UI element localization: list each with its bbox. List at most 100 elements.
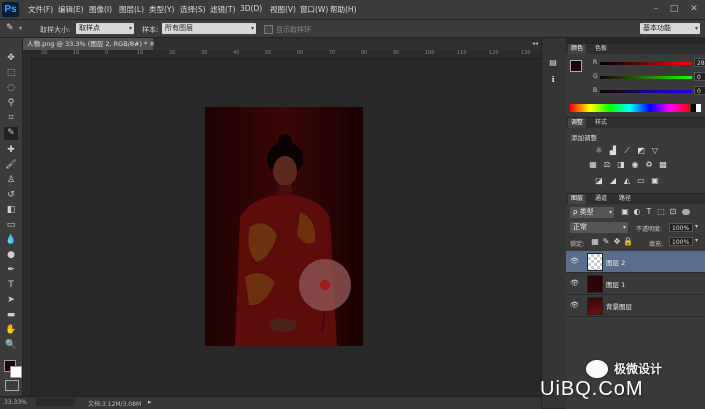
bw-icon[interactable]: ◨ bbox=[616, 160, 626, 170]
document-image[interactable] bbox=[205, 107, 363, 346]
clone-stamp-tool-icon[interactable]: ♙ bbox=[4, 174, 18, 187]
history-brush-tool-icon[interactable]: ↺ bbox=[4, 189, 18, 202]
layer-row[interactable]: 👁 图层 1 bbox=[566, 273, 705, 295]
pen-tool-icon[interactable]: ✒ bbox=[4, 264, 18, 277]
panel-collapse-icon[interactable]: ◂◂ bbox=[532, 40, 538, 47]
selective-color-icon[interactable]: ▣ bbox=[650, 176, 660, 186]
opacity-dropdown-icon[interactable]: ▾ bbox=[695, 223, 698, 230]
layer-name[interactable]: 图层 1 bbox=[606, 279, 625, 289]
hand-tool-icon[interactable]: ✋ bbox=[4, 324, 18, 337]
lock-position-icon[interactable]: ✥ bbox=[612, 237, 622, 247]
menu-window[interactable]: 窗口(W) bbox=[300, 4, 328, 15]
exposure-icon[interactable]: ◩ bbox=[636, 146, 646, 156]
gradient-tool-icon[interactable]: ▭ bbox=[4, 219, 18, 232]
type-tool-icon[interactable]: T bbox=[4, 279, 18, 292]
blend-mode-dropdown[interactable]: 正常 ▾ bbox=[570, 222, 628, 233]
layer-filter-dropdown[interactable]: ρ 类型 ▾ bbox=[570, 207, 614, 218]
spectrum-white[interactable] bbox=[696, 104, 701, 112]
tab-layers[interactable]: 图层 bbox=[568, 194, 587, 204]
filter-type-icon[interactable]: T bbox=[644, 207, 654, 217]
menu-filter[interactable]: 滤镜(T) bbox=[210, 4, 235, 15]
layer-row[interactable]: 👁 背景图层 bbox=[566, 295, 705, 317]
shape-tool-icon[interactable]: ▬ bbox=[4, 309, 18, 322]
crop-tool-icon[interactable]: ⌗ bbox=[4, 112, 18, 125]
visibility-eye-icon[interactable]: 👁 bbox=[570, 301, 579, 309]
tab-channels[interactable]: 通道 bbox=[592, 194, 610, 204]
show-ring-checkbox[interactable] bbox=[264, 25, 273, 34]
history-panel-icon[interactable]: ▤ bbox=[545, 56, 561, 70]
move-tool-icon[interactable]: ✥ bbox=[4, 52, 18, 65]
menu-edit[interactable]: 编辑(E) bbox=[58, 4, 84, 15]
threshold-icon[interactable]: ◭ bbox=[622, 176, 632, 186]
properties-panel-icon[interactable]: ℹ bbox=[545, 73, 561, 87]
sample-dropdown[interactable]: 所有图层 ▾ bbox=[162, 23, 256, 34]
dodge-tool-icon[interactable]: ● bbox=[4, 249, 18, 262]
invert-icon[interactable]: ◪ bbox=[594, 176, 604, 186]
filter-shape-icon[interactable]: ⬚ bbox=[656, 207, 666, 217]
filter-toggle[interactable] bbox=[682, 209, 690, 215]
eraser-tool-icon[interactable]: ◧ bbox=[4, 204, 18, 217]
marquee-tool-icon[interactable]: ⬚ bbox=[4, 67, 18, 80]
posterize-icon[interactable]: ◢ bbox=[608, 176, 618, 186]
workspace-dropdown[interactable]: 基本功能 ▾ bbox=[640, 23, 700, 34]
filter-pixel-icon[interactable]: ▣ bbox=[620, 207, 630, 217]
gradient-map-icon[interactable]: ▭ bbox=[636, 176, 646, 186]
zoom-tool-icon[interactable]: 🔍 bbox=[4, 339, 18, 352]
visibility-eye-icon[interactable]: 👁 bbox=[570, 257, 579, 265]
brush-tool-icon[interactable]: 🖌 bbox=[4, 159, 18, 172]
blue-slider[interactable] bbox=[600, 90, 692, 93]
fill-field[interactable]: 100% bbox=[669, 237, 693, 246]
close-tab-icon[interactable]: ✕ bbox=[149, 40, 154, 48]
status-arrow-icon[interactable]: ▸ bbox=[148, 398, 152, 406]
eyedropper-tool-preset-icon[interactable]: ✎ bbox=[6, 23, 18, 34]
layer-row[interactable]: 👁 图层 2 bbox=[566, 251, 705, 273]
document-tab[interactable]: 人物.png @ 33.3% (图层 2, RGB/8#) * ✕ bbox=[23, 38, 155, 50]
visibility-eye-icon[interactable]: 👁 bbox=[570, 279, 579, 287]
menu-image[interactable]: 图像(I) bbox=[89, 4, 112, 15]
red-slider[interactable] bbox=[600, 62, 692, 65]
curves-icon[interactable]: ⟋ bbox=[622, 146, 632, 156]
menu-3d[interactable]: 3D(D) bbox=[240, 4, 262, 13]
eyedropper-tool-icon[interactable]: ✎ bbox=[4, 127, 18, 140]
layer-name[interactable]: 背景图层 bbox=[606, 301, 632, 311]
lock-image-icon[interactable]: ✎ bbox=[601, 237, 611, 247]
vibrance-icon[interactable]: ▽ bbox=[650, 146, 660, 156]
brightness-icon[interactable]: ☼ bbox=[594, 146, 604, 156]
background-color-swatch[interactable] bbox=[10, 366, 22, 378]
tab-paths[interactable]: 路径 bbox=[616, 194, 634, 204]
green-slider[interactable] bbox=[600, 76, 692, 79]
color-foreground-swatch[interactable] bbox=[570, 60, 582, 72]
zoom-level[interactable]: 33.33% bbox=[4, 399, 27, 406]
color-spectrum-bar[interactable] bbox=[570, 104, 690, 112]
restore-button[interactable]: □ bbox=[668, 3, 680, 15]
chevron-down-icon[interactable]: ▾ bbox=[19, 25, 22, 32]
tab-swatches[interactable]: 色板 bbox=[592, 44, 610, 54]
filter-adjustment-icon[interactable]: ◐ bbox=[632, 207, 642, 217]
lock-transparent-icon[interactable]: ▦ bbox=[590, 237, 600, 247]
sample-size-dropdown[interactable]: 取样点 ▾ bbox=[76, 23, 134, 34]
menu-view[interactable]: 视图(V) bbox=[270, 4, 296, 15]
opacity-field[interactable]: 100% bbox=[669, 223, 693, 232]
photo-filter-icon[interactable]: ◉ bbox=[630, 160, 640, 170]
path-select-tool-icon[interactable]: ➤ bbox=[4, 294, 18, 307]
quick-mask-icon[interactable] bbox=[5, 380, 19, 391]
menu-type[interactable]: 类型(Y) bbox=[149, 4, 174, 15]
blur-tool-icon[interactable]: 💧 bbox=[4, 234, 18, 247]
tab-adjustments[interactable]: 调整 bbox=[568, 118, 587, 128]
lasso-tool-icon[interactable]: ◌ bbox=[4, 82, 18, 95]
tab-styles[interactable]: 样式 bbox=[592, 118, 610, 128]
red-value-field[interactable]: 28 bbox=[694, 58, 705, 67]
layer-name[interactable]: 图层 2 bbox=[606, 257, 625, 267]
menu-help[interactable]: 帮助(H) bbox=[330, 4, 357, 15]
hue-icon[interactable]: ▦ bbox=[588, 160, 598, 170]
filter-smart-icon[interactable]: ⊡ bbox=[668, 207, 678, 217]
color-balance-icon[interactable]: ⚖ bbox=[602, 160, 612, 170]
channel-mixer-icon[interactable]: ♻ bbox=[644, 160, 654, 170]
menu-file[interactable]: 文件(F) bbox=[28, 4, 53, 15]
tab-color[interactable]: 颜色 bbox=[568, 44, 587, 54]
menu-layer[interactable]: 图层(L) bbox=[119, 4, 144, 15]
close-button[interactable]: ✕ bbox=[688, 3, 700, 15]
fill-dropdown-icon[interactable]: ▾ bbox=[695, 237, 698, 244]
lock-all-icon[interactable]: 🔒 bbox=[623, 237, 633, 247]
quick-select-tool-icon[interactable]: ⚲ bbox=[4, 97, 18, 110]
